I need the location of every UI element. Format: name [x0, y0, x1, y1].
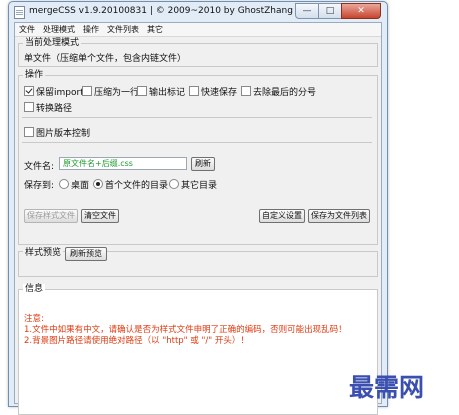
option-image-version[interactable]: 图片版本控制	[24, 126, 90, 139]
mode-group: 当前处理模式 单文件（压缩单个文件，包含内链文件）	[18, 38, 378, 67]
client-area: 文件 处理模式 操作 文件列表 其它 当前处理模式 单文件（压缩单个文件，包含内…	[14, 22, 382, 415]
filename-input[interactable]: 原文件名+后缀.css	[59, 157, 187, 170]
option-remove-semicolon-label: 去除最后的分号	[253, 88, 317, 98]
filename-label: 文件名:	[24, 162, 55, 172]
option-convert-path[interactable]: 转换路径	[24, 101, 72, 114]
option-convert-path-label: 转换路径	[36, 104, 73, 114]
saveto-desktop-label: 桌面	[71, 181, 90, 191]
minimize-button[interactable]: —	[295, 3, 319, 19]
saveto-other-dir[interactable]: 其它目录	[169, 178, 217, 191]
app-window: mergeCSS v1.9.20100831 | © 2009~2010 by …	[8, 1, 388, 415]
operations-legend: 操作	[23, 70, 46, 81]
app-icon	[14, 6, 25, 19]
mode-value: 单文件（压缩单个文件，包含内链文件）	[24, 54, 187, 64]
radio-desktop[interactable]	[59, 179, 69, 189]
checkbox-image-version[interactable]	[24, 127, 34, 137]
divider	[22, 142, 372, 143]
option-keep-import[interactable]: 保留import	[24, 85, 84, 98]
refresh-preview-button[interactable]: 刷新预览	[65, 247, 107, 261]
checkbox-remove-semicolon[interactable]	[241, 86, 251, 96]
checkbox-convert-path[interactable]	[24, 102, 34, 112]
close-button[interactable]: ✕	[341, 3, 381, 19]
menu-bar: 文件 处理模式 操作 文件列表 其它	[15, 23, 381, 37]
option-output-mark-label: 输出标记	[149, 88, 186, 98]
saveto-label: 保存到:	[24, 181, 55, 191]
custom-settings-button[interactable]: 自定义设置	[259, 209, 305, 223]
mode-legend: 当前处理模式	[23, 38, 82, 49]
saveto-first-file-dir-label: 首个文件的目录	[105, 181, 169, 191]
preview-legend: 样式预览	[23, 248, 64, 259]
info-group: 信息 注意: 1.文件中如果有中文，请确认是否为样式文件申明了正确的编码，否则可…	[18, 284, 378, 415]
radio-first-file-dir[interactable]	[93, 179, 103, 189]
info-legend: 信息	[23, 284, 46, 295]
option-keep-import-label: 保留import	[36, 88, 84, 98]
checkbox-one-line[interactable]	[82, 86, 92, 96]
option-one-line-label: 压缩为一行	[94, 88, 140, 98]
option-quick-save-label: 快速保存	[201, 88, 238, 98]
operations-group: 操作 保留import 压缩为一行 输出标记 快速保存 去除最后的分号 转换路径…	[18, 70, 378, 245]
checkbox-keep-import[interactable]	[24, 86, 34, 96]
checkbox-output-mark[interactable]	[137, 86, 147, 96]
option-remove-semicolon[interactable]: 去除最后的分号	[241, 85, 316, 98]
menu-other[interactable]: 其它	[143, 23, 167, 36]
maximize-button[interactable]: □	[318, 3, 342, 19]
refresh-filename-button[interactable]: 刷新	[191, 157, 215, 171]
clear-files-button[interactable]: 清空文件	[81, 209, 119, 223]
window-controls: — □ ✕	[295, 3, 381, 19]
menu-file[interactable]: 文件	[15, 23, 39, 36]
title-bar[interactable]: mergeCSS v1.9.20100831 | © 2009~2010 by …	[9, 2, 387, 21]
option-one-line[interactable]: 压缩为一行	[82, 85, 139, 98]
menu-file-list[interactable]: 文件列表	[103, 23, 143, 36]
option-output-mark[interactable]: 输出标记	[137, 85, 185, 98]
preview-group: 样式预览 刷新预览	[18, 247, 378, 277]
divider	[22, 117, 372, 118]
checkbox-quick-save[interactable]	[189, 86, 199, 96]
saveto-other-dir-label: 其它目录	[181, 181, 218, 191]
option-image-version-label: 图片版本控制	[36, 129, 91, 139]
menu-operations[interactable]: 操作	[79, 23, 103, 36]
save-style-button[interactable]: 保存样式文件	[24, 209, 78, 223]
main-panel: 当前处理模式 单文件（压缩单个文件，包含内链文件） 操作 保留import 压缩…	[15, 37, 381, 415]
radio-other-dir[interactable]	[169, 179, 179, 189]
saveto-desktop[interactable]: 桌面	[59, 178, 89, 191]
menu-mode[interactable]: 处理模式	[39, 23, 79, 36]
info-line: 2.背景图片路径请使用绝对路径（以 "http" 或 "/" 开头）！	[24, 336, 249, 346]
saveto-first-file-dir[interactable]: 首个文件的目录	[93, 178, 168, 191]
watermark-logo: 最需网	[349, 373, 425, 402]
save-as-list-button[interactable]: 保存为文件列表	[308, 209, 370, 223]
option-quick-save[interactable]: 快速保存	[189, 85, 237, 98]
